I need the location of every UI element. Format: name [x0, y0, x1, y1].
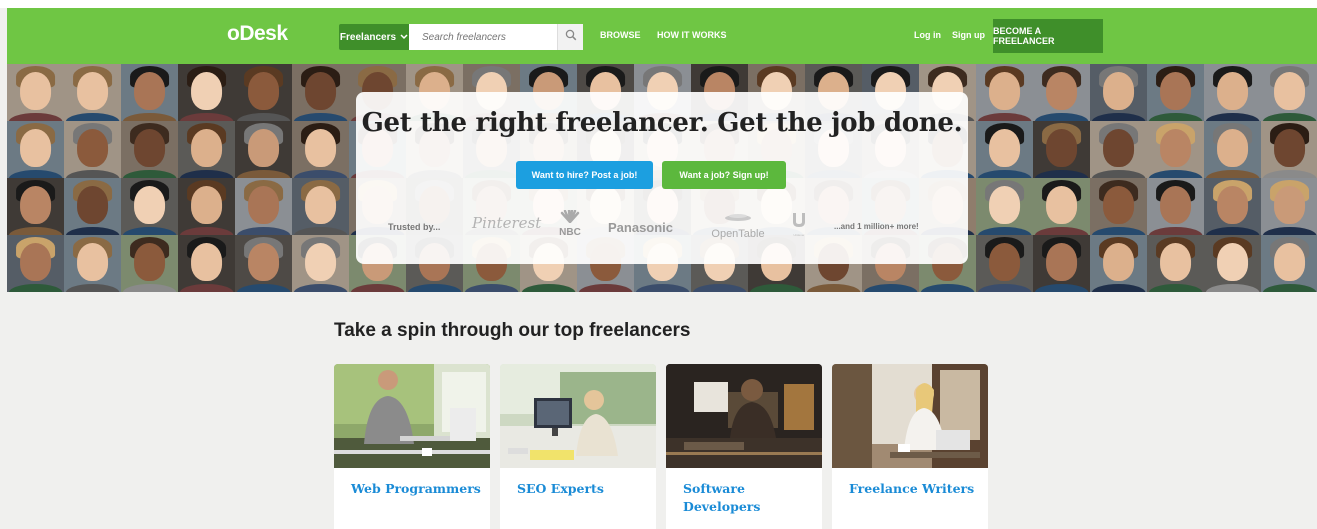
peacock-icon: [560, 208, 580, 224]
freelancer-photo: [1033, 121, 1090, 178]
opentable-logo: OpenTable: [708, 210, 768, 240]
freelancer-photo: [64, 178, 121, 235]
card-label[interactable]: Freelance Writers: [849, 480, 979, 498]
freelancer-photo: [235, 235, 292, 292]
card-image: [334, 364, 490, 468]
card-label[interactable]: SEO Experts: [517, 480, 647, 498]
freelancer-photo: [292, 235, 349, 292]
freelancer-photo: [64, 64, 121, 121]
freelancer-photo: [976, 121, 1033, 178]
freelancer-photo: [1147, 178, 1204, 235]
post-job-button[interactable]: Want to hire? Post a job!: [516, 161, 653, 189]
card-image: [500, 364, 656, 468]
freelancer-photo: [178, 178, 235, 235]
freelancer-photo: [976, 64, 1033, 121]
chevron-down-icon: [400, 32, 408, 43]
freelancer-photo: [1090, 121, 1147, 178]
section-title: Take a spin through our top freelancers: [334, 320, 691, 341]
freelancer-photo: [7, 121, 64, 178]
panasonic-logo: Panasonic: [608, 220, 674, 235]
unilever-u-icon: [793, 213, 805, 227]
freelancer-photo: [1261, 178, 1317, 235]
site-header: oDesk Freelancers BROWSE HOW IT WORKS Lo…: [7, 8, 1317, 64]
opentable-mark-icon: [725, 214, 751, 221]
freelancer-photo: [235, 178, 292, 235]
card-label[interactable]: Web Programmers: [351, 480, 481, 498]
nbc-logo: NBC: [557, 208, 583, 238]
freelancer-photo: [1033, 64, 1090, 121]
freelancer-photo: [292, 121, 349, 178]
login-link[interactable]: Log in: [914, 30, 941, 40]
freelancer-photo: [1261, 235, 1317, 292]
freelancer-photo: [1147, 235, 1204, 292]
nav-browse[interactable]: BROWSE: [600, 30, 641, 40]
unilever-text: Unilever: [793, 233, 805, 237]
freelancer-photo: [121, 178, 178, 235]
freelancer-photo: [121, 121, 178, 178]
more-companies-label: ...and 1 million+ more!: [834, 222, 919, 231]
category-card-software-developers[interactable]: Software Developers: [666, 364, 822, 529]
freelancer-photo: [1261, 64, 1317, 121]
freelancer-photo: [178, 235, 235, 292]
freelancer-photo: [1033, 178, 1090, 235]
card-label[interactable]: Software Developers: [683, 480, 813, 516]
pinterest-logo: Pinterest: [472, 214, 542, 232]
signup-button[interactable]: Want a job? Sign up!: [662, 161, 786, 189]
card-image: [832, 364, 988, 468]
freelancer-photo: [1204, 178, 1261, 235]
trusted-by-label: Trusted by...: [388, 222, 441, 232]
become-freelancer-button[interactable]: BECOME A FREELANCER: [993, 19, 1103, 53]
hero-banner: Get the right freelancer. Get the job do…: [7, 64, 1317, 292]
freelancer-photo: [121, 64, 178, 121]
freelancer-photo: [1204, 121, 1261, 178]
freelancer-photo: [7, 178, 64, 235]
freelancer-photo: [235, 121, 292, 178]
search-input[interactable]: [409, 24, 557, 50]
odesk-logo[interactable]: oDesk: [227, 22, 288, 46]
nbc-text: NBC: [559, 227, 581, 238]
freelancer-photo: [976, 235, 1033, 292]
freelancer-photo: [1261, 121, 1317, 178]
category-card-freelance-writers[interactable]: Freelance Writers: [832, 364, 988, 529]
freelancer-photo: [7, 235, 64, 292]
hero-panel: Get the right freelancer. Get the job do…: [356, 92, 968, 264]
card-image: [666, 364, 822, 468]
freelancer-photo: [235, 64, 292, 121]
signup-link[interactable]: Sign up: [952, 30, 985, 40]
freelancer-photo: [178, 121, 235, 178]
freelancer-photo: [1204, 64, 1261, 121]
freelancer-photo: [1090, 64, 1147, 121]
freelancer-photo: [121, 235, 178, 292]
freelancer-photo: [1090, 235, 1147, 292]
category-card-web-programmers[interactable]: Web Programmers: [334, 364, 490, 529]
freelancer-photo: [1204, 235, 1261, 292]
freelancer-photo: [64, 235, 121, 292]
freelancer-photo: [7, 64, 64, 121]
unilever-logo: Unilever: [786, 212, 812, 237]
hero-title: Get the right freelancer. Get the job do…: [361, 108, 963, 138]
category-card-seo-experts[interactable]: SEO Experts: [500, 364, 656, 529]
freelancer-photo: [976, 178, 1033, 235]
freelancer-photo: [1147, 64, 1204, 121]
opentable-text: OpenTable: [711, 228, 765, 240]
freelancer-photo: [1090, 178, 1147, 235]
category-dropdown-label: Freelancers: [339, 31, 397, 43]
top-spacer: [0, 0, 1317, 8]
freelancer-photo: [1033, 235, 1090, 292]
freelancer-photo: [64, 121, 121, 178]
freelancer-photo: [178, 64, 235, 121]
category-dropdown[interactable]: Freelancers: [339, 24, 409, 50]
freelancer-photo: [292, 178, 349, 235]
search-button[interactable]: [557, 24, 583, 50]
freelancer-photo: [292, 64, 349, 121]
freelancer-photo: [1147, 121, 1204, 178]
nav-how-it-works[interactable]: HOW IT WORKS: [657, 30, 727, 40]
search-icon: [565, 28, 577, 46]
